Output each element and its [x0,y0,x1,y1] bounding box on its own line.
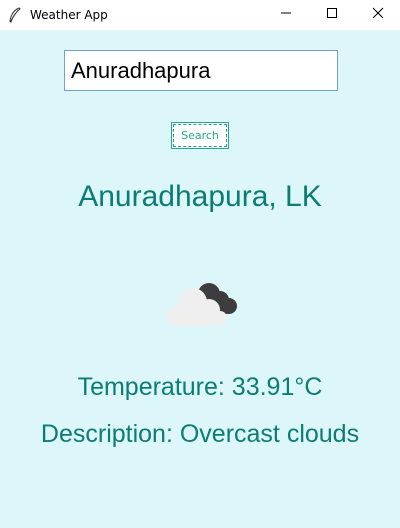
maximize-button[interactable] [309,0,355,30]
minimize-icon [280,6,292,24]
overcast-clouds-icon [162,278,242,330]
search-button-label: Search [173,124,227,147]
feather-icon [8,7,22,23]
minimize-button[interactable] [263,0,309,30]
temperature-label: Temperature: 33.91°C [77,373,323,401]
description-label: Description: Overcast clouds [40,420,360,448]
location-label: Anuradhapura, LK [78,180,322,213]
weather-app-window: Weather App Search Anuradhapura, LK [0,0,400,528]
window-title: Weather App [30,8,108,22]
close-icon [372,6,384,24]
maximize-icon [326,6,338,24]
city-search-input[interactable] [64,50,338,91]
title-bar[interactable]: Weather App [0,0,400,30]
search-button[interactable]: Search [171,122,229,149]
close-button[interactable] [355,0,400,30]
